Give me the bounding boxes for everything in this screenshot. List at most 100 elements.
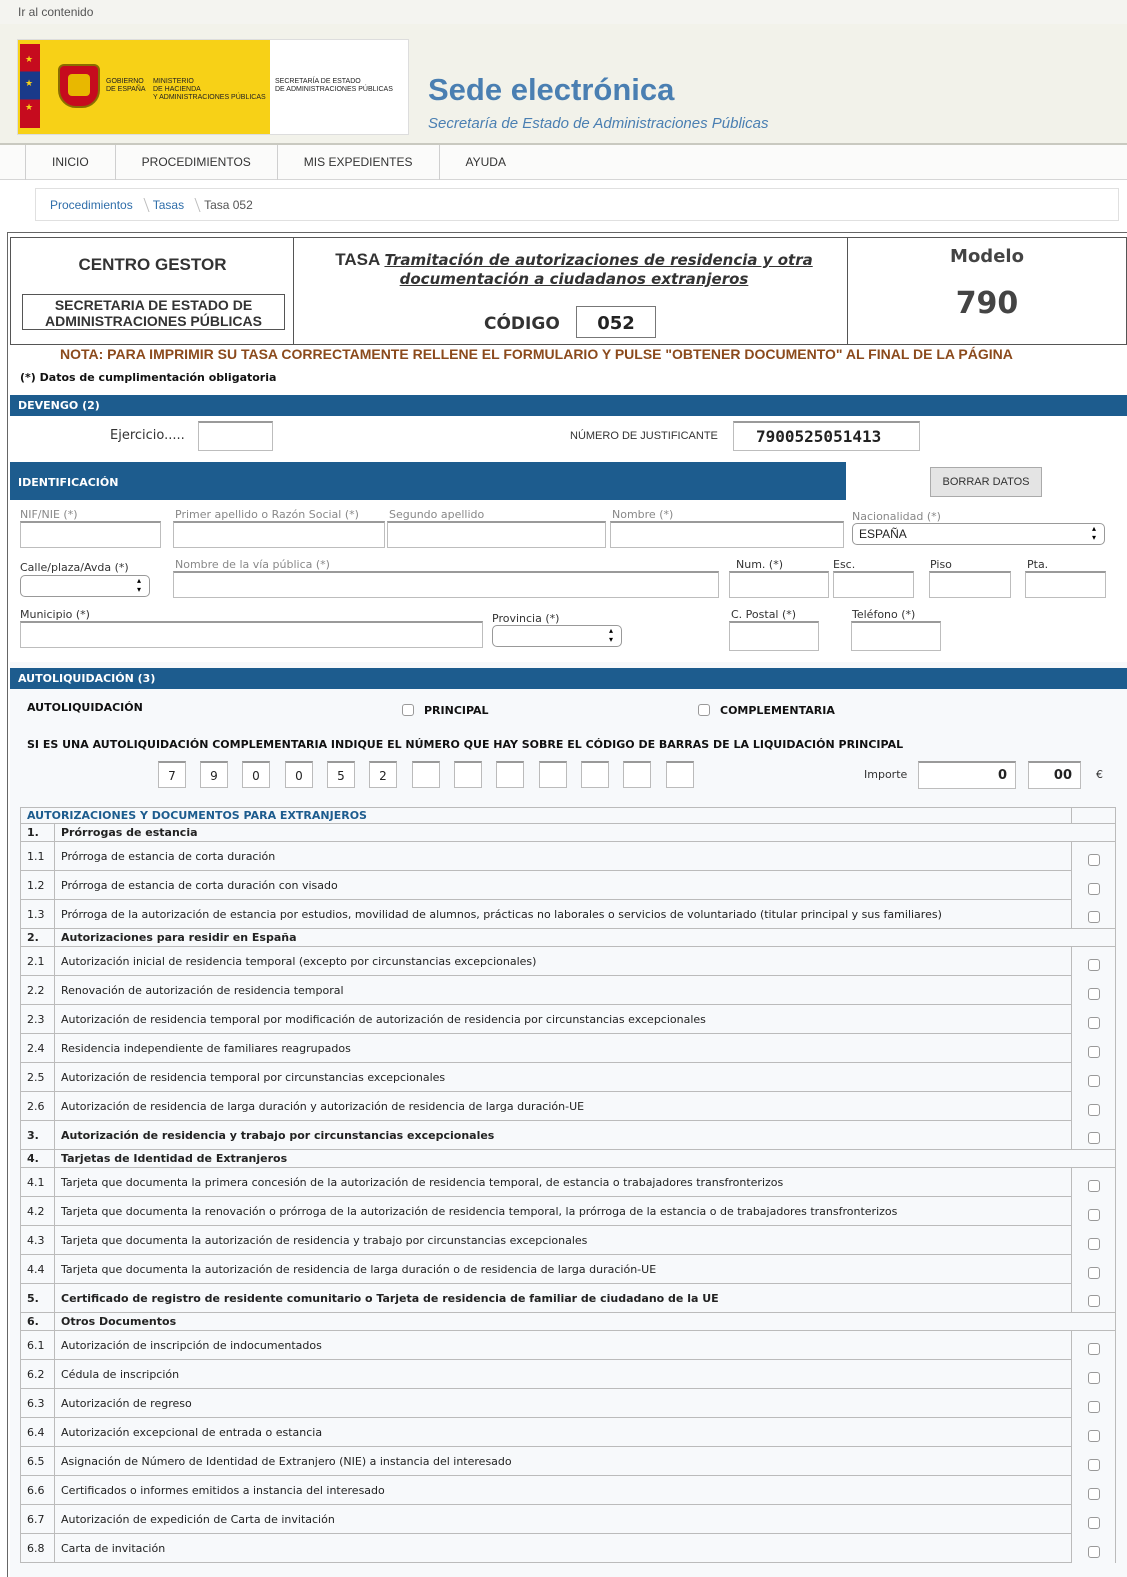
barcode-digit-7[interactable]: [412, 761, 440, 788]
row-check-cell: [1071, 1225, 1116, 1255]
row-description: Tarjeta que documenta la renovación o pr…: [54, 1196, 1072, 1226]
row-checkbox[interactable]: [1087, 1266, 1100, 1279]
barcode-digit-10[interactable]: [539, 761, 567, 788]
tasa-title: Tramitación de autorizaciones de residen…: [384, 251, 813, 288]
nav-ayuda[interactable]: AYUDA: [440, 145, 532, 180]
row-checkbox[interactable]: [1087, 1237, 1100, 1250]
skip-to-content-link[interactable]: Ir al contenido: [0, 0, 1127, 24]
table-row: 2.4 Residencia independiente de familiare…: [20, 1033, 1116, 1063]
row-description: Autorización de inscripción de indocumen…: [54, 1330, 1072, 1360]
breadcrumb-separator: [187, 198, 201, 212]
calle-select[interactable]: [20, 575, 150, 597]
barcode-digit-3[interactable]: 0: [242, 761, 270, 788]
nav-inicio[interactable]: INICIO: [25, 145, 116, 180]
row-description: Tarjetas de Identidad de Extranjeros: [54, 1149, 1116, 1168]
row-checkbox[interactable]: [1087, 1074, 1100, 1087]
breadcrumb-procedimientos[interactable]: Procedimientos: [50, 198, 133, 212]
codigo-value: 052: [576, 306, 656, 338]
table-row: 2.5 Autorización de residencia temporal p…: [20, 1062, 1116, 1092]
row-description: Tarjeta que documenta la autorización de…: [54, 1254, 1072, 1284]
row-checkbox[interactable]: [1087, 1371, 1100, 1384]
barcode-digit-4[interactable]: 0: [285, 761, 313, 788]
nif-label: NIF/NIE (*): [20, 508, 78, 521]
barcode-digit-9[interactable]: [496, 761, 524, 788]
row-checkbox[interactable]: [1087, 1342, 1100, 1355]
principal-option[interactable]: PRINCIPAL: [402, 704, 489, 717]
pta-input[interactable]: [1025, 571, 1106, 598]
esc-input[interactable]: [833, 571, 914, 598]
main-nav: INICIO PROCEDIMIENTOS MIS EXPEDIENTES AY…: [0, 145, 1127, 180]
row-description: Residencia independiente de familiares r…: [54, 1033, 1072, 1063]
devengo-section-bar: DEVENGO (2): [10, 395, 1127, 416]
row-number: 6.3: [20, 1388, 55, 1418]
barcode-digit-1[interactable]: 7: [158, 761, 186, 788]
barcode-digit-5[interactable]: 5: [327, 761, 355, 788]
table-row: 4.4 Tarjeta que documenta la autorización…: [20, 1254, 1116, 1284]
row-number: 4.: [20, 1149, 55, 1168]
importe-entero-input[interactable]: 0: [918, 761, 1016, 789]
row-checkbox[interactable]: [1087, 911, 1100, 923]
row-checkbox[interactable]: [1087, 882, 1100, 895]
breadcrumb-tasas[interactable]: Tasas: [153, 198, 184, 212]
row-checkbox[interactable]: [1087, 853, 1100, 866]
via-input[interactable]: [173, 571, 719, 598]
government-logo[interactable]: ★ ★ ★ GOBIERNO DE ESPAÑA MINISTERIO DE H…: [17, 39, 409, 135]
row-checkbox[interactable]: [1087, 1458, 1100, 1471]
row-checkbox[interactable]: [1087, 1487, 1100, 1500]
pta-label: Pta.: [1027, 558, 1049, 571]
row-checkbox[interactable]: [1087, 1429, 1100, 1442]
centro-gestor-title: CENTRO GESTOR: [78, 255, 227, 274]
row-checkbox[interactable]: [1087, 1016, 1100, 1029]
barcode-digit-13[interactable]: [666, 761, 694, 788]
nacionalidad-select[interactable]: ESPAÑA: [852, 523, 1105, 545]
num-input[interactable]: [729, 571, 829, 598]
skip-link-text[interactable]: Ir al contenido: [18, 5, 93, 19]
provincia-select[interactable]: [492, 625, 622, 647]
conceptos-table: AUTORIZACIONES Y DOCUMENTOS PARA EXTRANJ…: [20, 807, 1116, 1563]
row-check-cell: [1071, 899, 1116, 929]
telefono-input[interactable]: [851, 621, 941, 651]
row-check-cell: [1071, 975, 1116, 1005]
row-number: 2.4: [20, 1033, 55, 1063]
row-checkbox[interactable]: [1087, 1545, 1100, 1558]
apellido2-input[interactable]: [387, 521, 606, 548]
row-check-cell: [1071, 1004, 1116, 1034]
nav-mis-expedientes[interactable]: MIS EXPEDIENTES: [278, 145, 440, 180]
cpostal-input[interactable]: [729, 621, 819, 651]
table-row: 6.7 Autorización de expedición de Carta d…: [20, 1504, 1116, 1534]
municipio-input[interactable]: [20, 621, 483, 648]
complementaria-option[interactable]: COMPLEMENTARIA: [698, 704, 835, 717]
row-checkbox[interactable]: [1087, 958, 1100, 971]
borrar-datos-button[interactable]: BORRAR DATOS: [930, 467, 1042, 497]
row-checkbox[interactable]: [1087, 1045, 1100, 1058]
apellido1-input[interactable]: [173, 521, 385, 548]
row-description: Tarjeta que documenta la primera concesi…: [54, 1167, 1072, 1197]
barcode-digit-12[interactable]: [623, 761, 651, 788]
row-checkbox[interactable]: [1087, 987, 1100, 1000]
barcode-digit-6[interactable]: 2: [369, 761, 397, 788]
barcode-digit-11[interactable]: [581, 761, 609, 788]
piso-input[interactable]: [929, 571, 1011, 598]
barcode-digit-2[interactable]: 9: [200, 761, 228, 788]
row-number: 4.3: [20, 1225, 55, 1255]
site-subtitle: Secretaría de Estado de Administraciones…: [428, 115, 769, 132]
row-checkbox[interactable]: [1087, 1208, 1100, 1221]
ejercicio-input[interactable]: [198, 421, 273, 451]
nif-input[interactable]: [20, 521, 161, 548]
importe-decimal-input[interactable]: 00: [1028, 761, 1081, 789]
barcode-digit-8[interactable]: [454, 761, 482, 788]
table-row: 2.1 Autorización inicial de residencia te…: [20, 946, 1116, 976]
row-check-cell: [1071, 870, 1116, 900]
row-checkbox[interactable]: [1087, 1400, 1100, 1413]
complementaria-checkbox[interactable]: [698, 704, 710, 716]
telefono-label: Teléfono (*): [852, 608, 916, 621]
row-checkbox[interactable]: [1087, 1516, 1100, 1529]
row-checkbox[interactable]: [1087, 1179, 1100, 1192]
nav-procedimientos[interactable]: PROCEDIMIENTOS: [116, 145, 278, 180]
row-check-cell: [1071, 1283, 1116, 1313]
row-checkbox[interactable]: [1087, 1295, 1100, 1307]
row-checkbox[interactable]: [1087, 1132, 1100, 1144]
principal-checkbox[interactable]: [402, 704, 414, 716]
row-checkbox[interactable]: [1087, 1103, 1100, 1116]
nombre-input[interactable]: [610, 521, 844, 548]
